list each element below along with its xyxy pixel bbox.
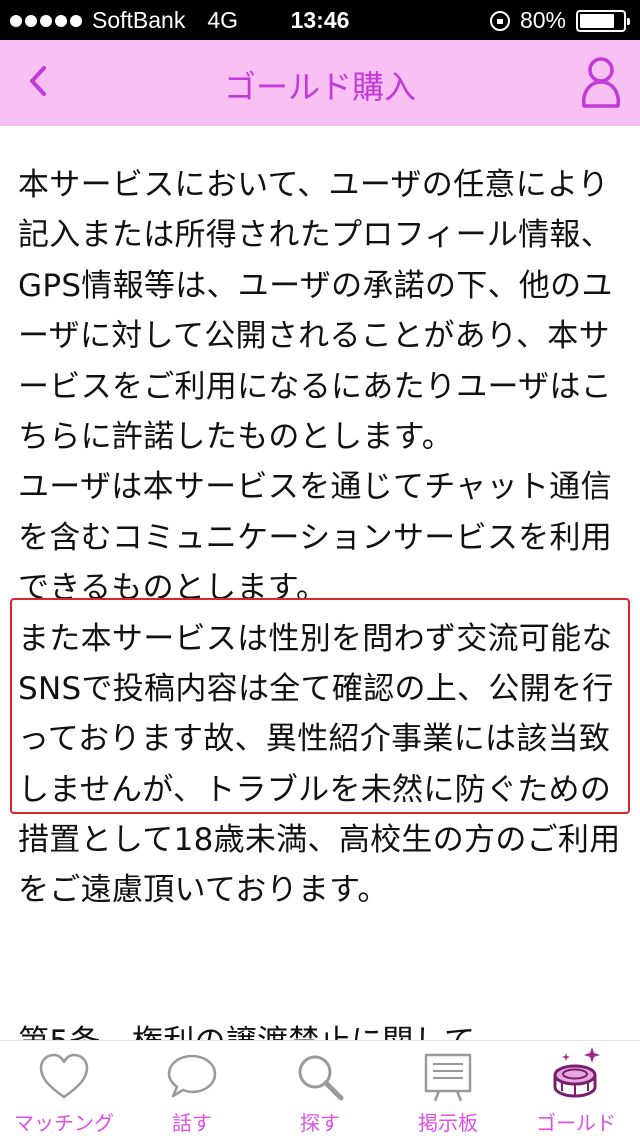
text-line: を含むコミュニケーションサービスを利用 [18, 519, 613, 556]
tab-matching[interactable]: マッチング [0, 1041, 128, 1136]
section-heading: 第5条 権利の譲渡禁止に関して [18, 1017, 630, 1040]
battery-icon [576, 9, 630, 32]
page-title: ゴールド購入 [223, 68, 416, 106]
text-line: GPS情報等は、ユーザの承諾の下、他のユ [18, 267, 613, 304]
text-line: ービスをご利用になるにあたりユーザはこ [18, 368, 613, 405]
tab-label: マッチング [14, 1111, 114, 1135]
battery-fill [580, 13, 614, 28]
text-line: をご遠慮頂いております。 [18, 872, 389, 909]
user-icon [581, 57, 621, 108]
battery-percent: 80% [519, 7, 566, 33]
tab-talk[interactable]: 話す [128, 1041, 256, 1136]
text-line: 記入または所得されたプロフィール情報、 [18, 217, 613, 254]
status-right: 80% [489, 7, 630, 34]
search-icon [298, 1055, 344, 1101]
tab-bar: マッチング 話す 探す 掲示板 ゴールド [0, 1040, 640, 1136]
tab-label: 掲示板 [418, 1111, 478, 1135]
navigation-bar: ゴールド購入 [0, 40, 640, 126]
board-icon [424, 1053, 472, 1102]
highlight-box [10, 598, 630, 814]
tab-gold[interactable]: ゴールド [512, 1041, 640, 1136]
heart-icon [39, 1053, 89, 1099]
text-line: ーザに対して公開されることがあり、本サ [18, 318, 610, 355]
text-line: ちらに許諾したものとします。 [18, 418, 454, 455]
rotation-lock-icon [489, 10, 510, 31]
tab-board[interactable]: 掲示板 [384, 1041, 512, 1136]
tab-label: 探す [300, 1111, 340, 1135]
text-line: ユーザは本サービスを通じてチャット通信 [18, 469, 612, 506]
tab-search[interactable]: 探す [256, 1041, 384, 1136]
profile-button[interactable] [578, 54, 624, 110]
terms-content[interactable]: 本サービスにおいて、ユーザの任意により 記入または所得されたプロフィール情報、 … [0, 126, 640, 1040]
chat-bubble-icon [167, 1054, 217, 1098]
status-bar: SoftBank 4G 13:46 80% [0, 0, 640, 40]
text-line: 措置として18歳未満、高校生の方のご利用 [18, 822, 621, 859]
text-line: 本サービスにおいて、ユーザの任意により [18, 167, 609, 203]
gold-coin-icon [553, 1047, 600, 1098]
tab-label: 話す [172, 1111, 212, 1135]
tab-label: ゴールド [536, 1111, 616, 1135]
